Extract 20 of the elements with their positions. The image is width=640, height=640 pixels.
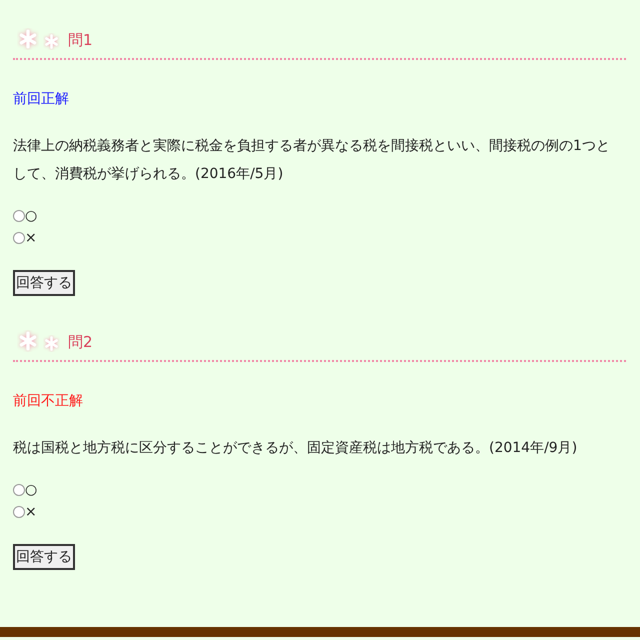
flower-icon [43,335,60,352]
answer-button[interactable]: 回答する [13,270,75,296]
radio-button[interactable] [13,484,25,496]
option-label: × [25,230,37,246]
result-label: 前回不正解 [13,392,84,410]
radio-button[interactable] [13,210,25,222]
flower-icon [43,33,60,50]
radio-button[interactable] [13,232,25,244]
flower-icon [17,28,39,50]
result-label: 前回正解 [13,90,70,108]
question-text: 法律上の納税義務者と実際に税金を負担する者が異なる税を間接税といい、間接税の例の1つとして、消費税が挙げられる。(2016年/5月) [13,137,611,184]
option-label: × [25,504,37,520]
question-text: 税は国税と地方税に区分することができるが、固定資産税は地方税である。(2014年/9月) [13,439,578,458]
question-title: 問1 [68,30,93,50]
option-label: ○ [25,208,38,224]
radio-button[interactable] [13,506,25,518]
option-label: ○ [25,482,38,498]
question-title: 問2 [68,332,93,352]
flower-icon [17,330,39,352]
answer-button[interactable]: 回答する [13,544,75,570]
